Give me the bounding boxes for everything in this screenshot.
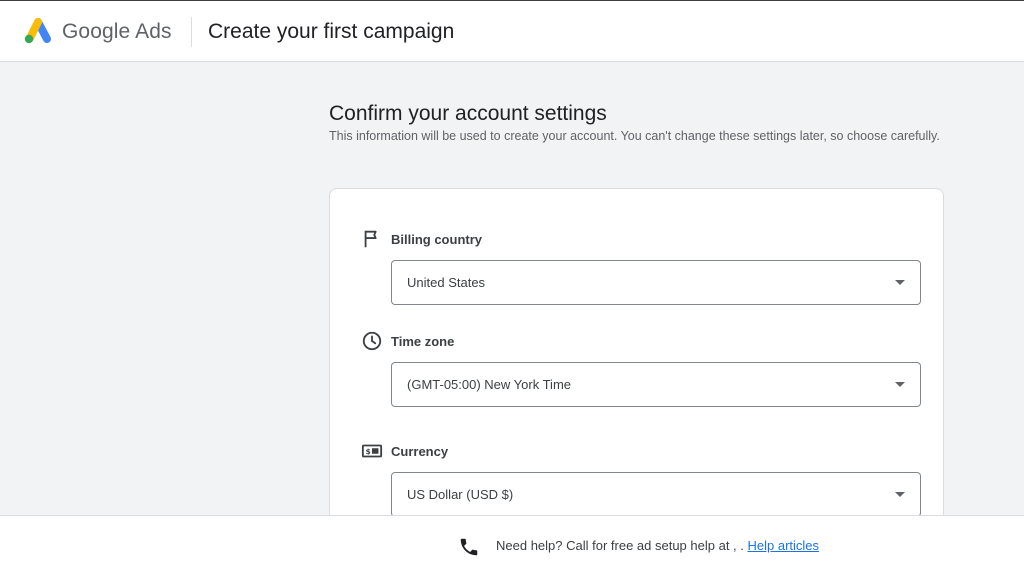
google-ads-logo-icon[interactable] xyxy=(22,18,52,46)
currency-value: US Dollar (USD $) xyxy=(407,487,514,502)
help-message: Need help? Call for free ad setup help a… xyxy=(496,538,748,553)
time-zone-label: Time zone xyxy=(391,334,455,349)
currency-select[interactable]: US Dollar (USD $) xyxy=(391,472,921,517)
billing-country-select[interactable]: United States xyxy=(391,260,921,305)
help-footer: Need help? Call for free ad setup help a… xyxy=(0,515,1024,571)
dropdown-arrow-icon xyxy=(895,382,905,387)
page-title: Create your first campaign xyxy=(208,20,455,43)
dropdown-arrow-icon xyxy=(895,280,905,285)
clock-icon xyxy=(362,331,382,351)
section-description: This information will be used to create … xyxy=(329,129,940,143)
phone-icon xyxy=(460,538,478,556)
section-heading: Confirm your account settings xyxy=(329,102,607,125)
top-bar: Google Ads Create your first campaign xyxy=(0,0,1024,62)
flag-icon xyxy=(364,230,377,248)
billing-country-label: Billing country xyxy=(391,232,482,247)
help-text: Need help? Call for free ad setup help a… xyxy=(496,538,819,553)
help-articles-link[interactable]: Help articles xyxy=(748,538,820,553)
svg-text:$: $ xyxy=(366,447,371,456)
dropdown-arrow-icon xyxy=(895,492,905,497)
time-zone-value: (GMT-05:00) New York Time xyxy=(407,377,571,392)
currency-icon: $ xyxy=(361,444,383,458)
time-zone-select[interactable]: (GMT-05:00) New York Time xyxy=(391,362,921,407)
billing-country-value: United States xyxy=(407,275,486,290)
brand-name: Google Ads xyxy=(62,20,172,43)
header-divider xyxy=(191,17,192,47)
currency-label: Currency xyxy=(391,444,449,459)
